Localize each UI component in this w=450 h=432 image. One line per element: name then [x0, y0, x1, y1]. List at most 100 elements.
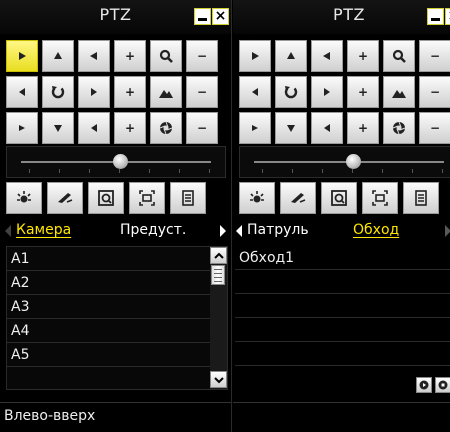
ptz-left-button[interactable]: [239, 76, 271, 108]
ptz-down-button[interactable]: [42, 112, 74, 144]
menu-button[interactable]: [403, 182, 439, 214]
wiper-button[interactable]: [280, 182, 316, 214]
title-bar: PTZ ×: [233, 0, 450, 34]
ptz-right-button[interactable]: [311, 76, 343, 108]
play-icon: [419, 380, 429, 390]
focus-icon: [392, 90, 406, 98]
speed-slider[interactable]: [6, 146, 226, 178]
iris-close-button[interactable]: −: [419, 112, 450, 144]
ptz-panel-right: PTZ × + − + −: [233, 0, 450, 432]
iris-icon: [159, 121, 173, 135]
zoom-button[interactable]: [383, 40, 415, 72]
chevron-down-icon: [213, 376, 224, 383]
wiper-button[interactable]: [47, 182, 83, 214]
one-touch-focus-icon: [331, 190, 347, 206]
iris-close-button[interactable]: −: [186, 112, 218, 144]
close-button[interactable]: ×: [212, 8, 229, 25]
tab-preset[interactable]: Предуст.: [120, 222, 186, 238]
ptz-right-button[interactable]: [78, 76, 110, 108]
focus-button[interactable]: [150, 76, 182, 108]
ptz-down-button[interactable]: [275, 112, 307, 144]
list-item[interactable]: A3: [7, 295, 227, 319]
light-button[interactable]: [6, 182, 42, 214]
status-text: Влево-вверх: [0, 402, 231, 432]
menu-icon: [182, 190, 194, 206]
zoom-out-button[interactable]: −: [186, 40, 218, 72]
ptz-up-button[interactable]: [275, 40, 307, 72]
zoom-button[interactable]: [150, 40, 182, 72]
light-icon: [250, 191, 264, 203]
list-item[interactable]: A4: [7, 319, 227, 343]
zoom-in-button[interactable]: +: [114, 40, 146, 72]
slider-tick: [89, 169, 90, 173]
focus-button[interactable]: [383, 76, 415, 108]
ptz-down-left-button[interactable]: [239, 112, 271, 144]
tab-tour[interactable]: Обход: [353, 222, 399, 238]
list-item[interactable]: A2: [7, 271, 227, 295]
minimize-button[interactable]: [194, 8, 211, 25]
focus-near-button[interactable]: +: [114, 76, 146, 108]
ptz-down-right-button[interactable]: [78, 112, 110, 144]
play-tour-button[interactable]: [416, 377, 432, 393]
slider-tick: [29, 169, 30, 173]
zoom-in-button[interactable]: +: [347, 40, 379, 72]
scroll-up-button[interactable]: [210, 247, 227, 264]
tab-scroll-left-icon[interactable]: [236, 225, 242, 237]
one-touch-focus-button[interactable]: [88, 182, 124, 214]
ptz-down-left-button[interactable]: [6, 112, 38, 144]
lens-init-button[interactable]: [129, 182, 165, 214]
iris-button[interactable]: [383, 112, 415, 144]
focus-far-button[interactable]: −: [186, 76, 218, 108]
auto-rotate-button[interactable]: [42, 76, 74, 108]
one-touch-focus-button[interactable]: [321, 182, 357, 214]
scrollbar[interactable]: [210, 247, 227, 389]
auto-rotate-button[interactable]: [275, 76, 307, 108]
stop-tour-button[interactable]: [435, 377, 450, 393]
tab-bar: Камера Предуст.: [0, 218, 231, 244]
focus-near-button[interactable]: +: [347, 76, 379, 108]
iris-open-button[interactable]: +: [114, 112, 146, 144]
menu-button[interactable]: [170, 182, 206, 214]
iris-open-button[interactable]: +: [347, 112, 379, 144]
tab-patrol[interactable]: Патруль: [247, 222, 309, 238]
focus-far-button[interactable]: −: [419, 76, 450, 108]
slider-tick: [209, 169, 210, 173]
slider-knob[interactable]: [113, 154, 128, 169]
stop-icon: [438, 380, 448, 390]
auto-rotate-icon: [284, 86, 298, 99]
speed-slider[interactable]: [239, 146, 450, 178]
ptz-up-button[interactable]: [42, 40, 74, 72]
ptz-up-right-button[interactable]: [311, 40, 343, 72]
minimize-icon: [431, 18, 440, 21]
arrow-up-icon: [54, 52, 62, 59]
zoom-icon: [159, 49, 173, 63]
ptz-left-button[interactable]: [6, 76, 38, 108]
list-item[interactable]: Обход1: [235, 246, 450, 270]
iris-button[interactable]: [150, 112, 182, 144]
list-item[interactable]: A1: [7, 247, 227, 271]
zoom-out-button[interactable]: −: [419, 40, 450, 72]
ptz-down-right-button[interactable]: [311, 112, 343, 144]
tab-scroll-right-icon[interactable]: [220, 225, 226, 237]
light-button[interactable]: [239, 182, 275, 214]
function-toolbar: [239, 182, 439, 214]
tab-scroll-right-icon[interactable]: [445, 225, 450, 237]
auto-rotate-icon: [51, 86, 65, 99]
scroll-down-button[interactable]: [210, 371, 227, 388]
slider-tick: [119, 169, 120, 173]
tab-camera[interactable]: Камера: [16, 222, 71, 238]
ptz-up-left-button[interactable]: [6, 40, 38, 72]
ptz-up-left-button[interactable]: [239, 40, 271, 72]
scroll-thumb[interactable]: [211, 265, 225, 285]
menu-icon: [415, 190, 427, 206]
arrow-left-icon: [252, 88, 258, 96]
focus-icon: [159, 90, 173, 98]
ptz-up-right-button[interactable]: [78, 40, 110, 72]
lens-init-button[interactable]: [362, 182, 398, 214]
minimize-button[interactable]: [427, 8, 444, 25]
arrow-up-right-icon: [90, 52, 97, 60]
list-item[interactable]: A5: [7, 343, 227, 367]
tab-scroll-left-icon[interactable]: [5, 225, 11, 237]
slider-knob[interactable]: [346, 154, 361, 169]
close-button[interactable]: ×: [445, 8, 450, 25]
